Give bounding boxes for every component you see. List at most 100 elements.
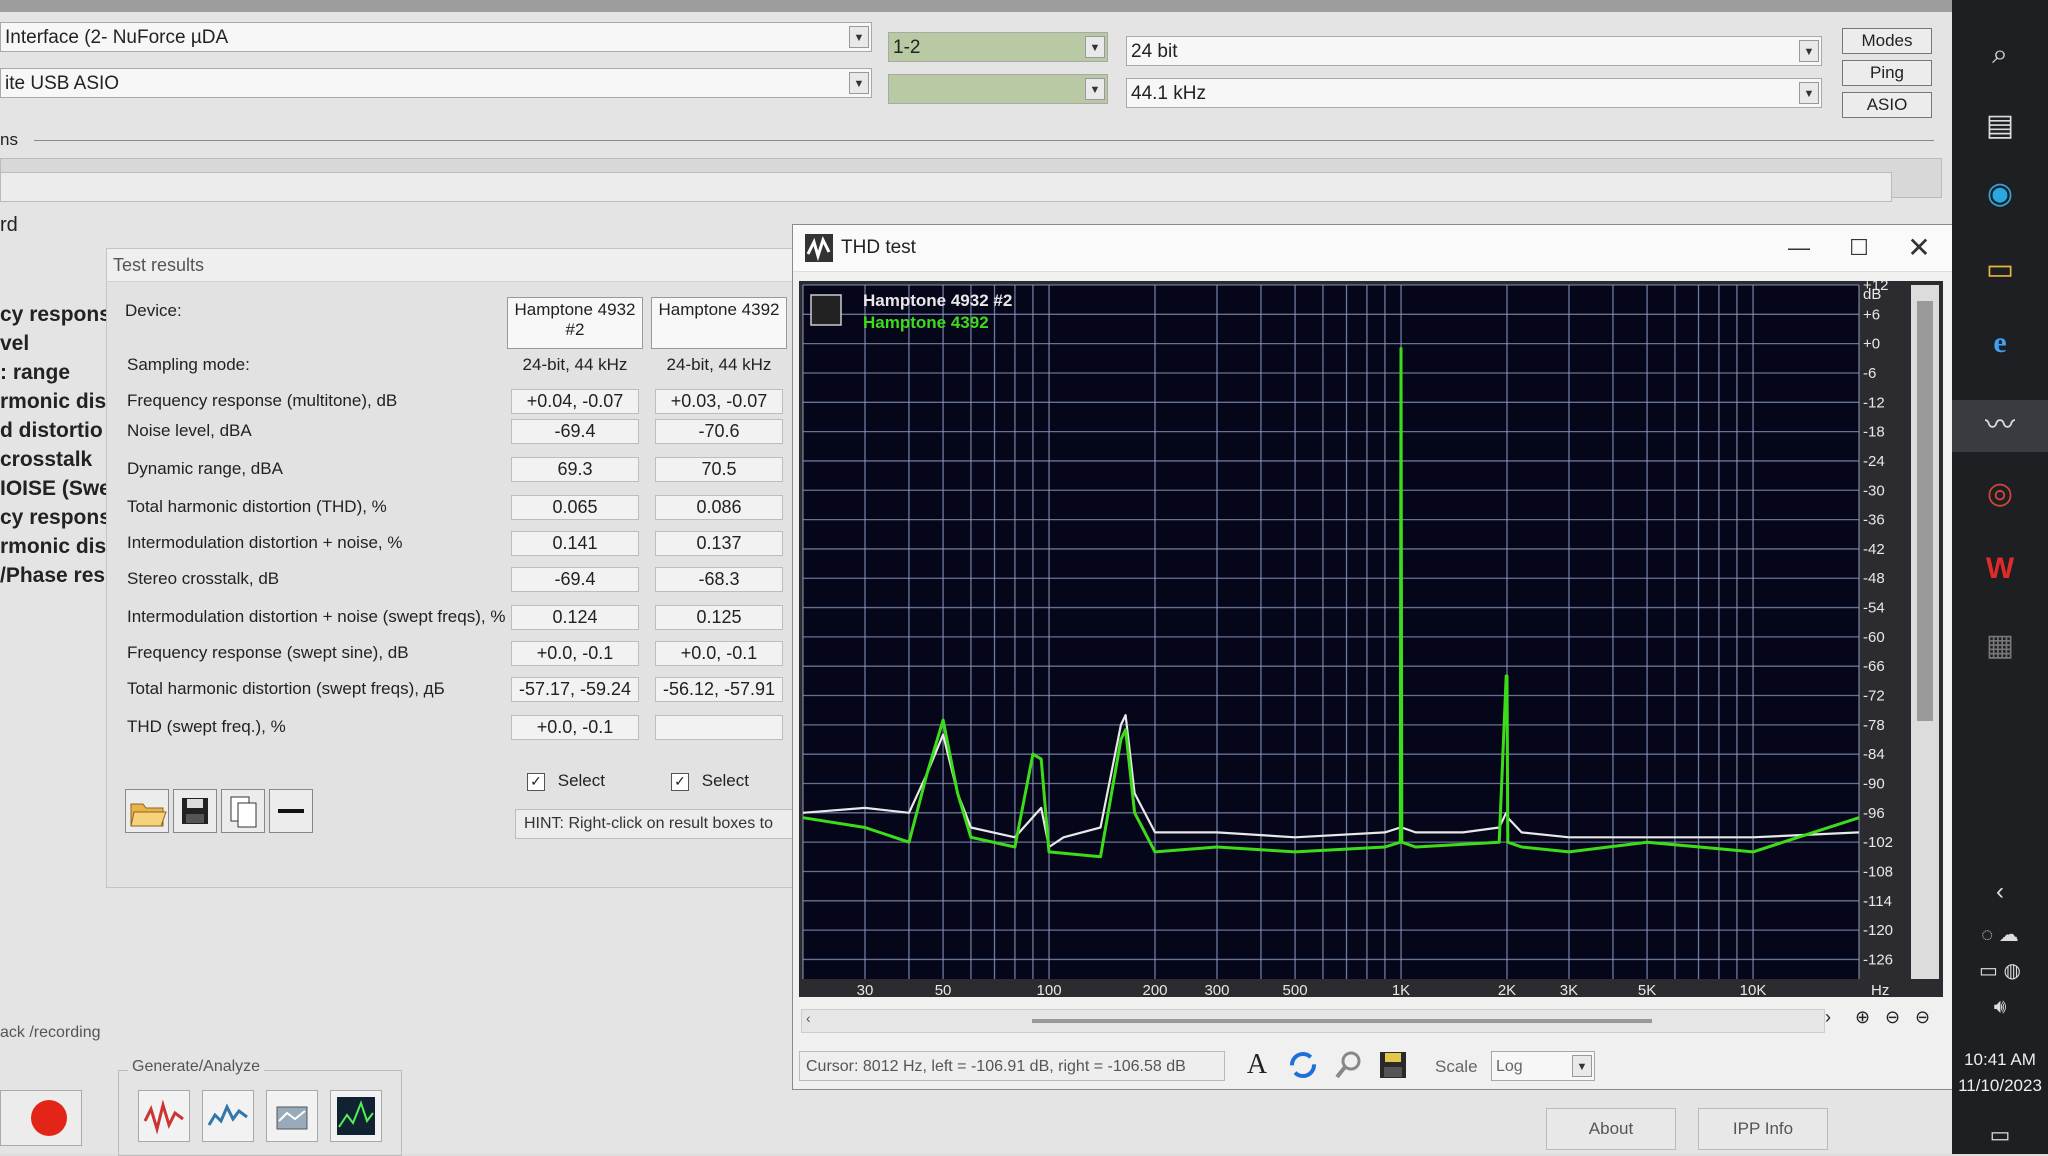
result-value-a[interactable]: -69.4 — [511, 567, 639, 592]
result-value-a[interactable]: +0.0, -0.1 — [511, 715, 639, 740]
select-a-checkbox[interactable]: ✓ — [527, 772, 545, 791]
select-b[interactable]: ✓ Select — [671, 771, 749, 791]
bit-depth-select[interactable]: 24 bit ▼ — [1126, 36, 1822, 66]
about-button[interactable]: About — [1546, 1108, 1676, 1150]
thd-spectrum-chart[interactable]: +12+6+0-6-12-18-24-30-36-42-48-54-60-66-… — [799, 281, 1943, 997]
task-view-icon[interactable]: ▤ — [1952, 108, 2048, 143]
scrollbar-thumb[interactable] — [1032, 1019, 1652, 1023]
record-button[interactable] — [0, 1090, 82, 1146]
result-value-b[interactable]: 70.5 — [655, 457, 783, 482]
zoom-reset-icon[interactable]: ⊖ — [1915, 1007, 1930, 1028]
ipp-info-button[interactable]: IPP Info — [1698, 1108, 1828, 1150]
channels-select[interactable]: 1-2 ▼ — [888, 32, 1108, 62]
result-value-b[interactable]: 0.137 — [655, 531, 783, 556]
clock-date[interactable]: 11/10/2023 — [1952, 1076, 2048, 1096]
result-value-b[interactable]: -56.12, -57.91 — [655, 677, 783, 702]
chevron-left-icon[interactable]: ‹ — [1952, 878, 2048, 906]
device-b-box[interactable]: Hamptone 4392 — [651, 297, 787, 349]
result-value-b[interactable]: +0.03, -0.07 — [655, 389, 783, 414]
scale-select[interactable]: Log ▼ — [1491, 1051, 1595, 1081]
zoom-in-icon[interactable]: ⊕ — [1855, 1007, 1870, 1028]
refresh-icon[interactable] — [1287, 1049, 1319, 1081]
result-value-a[interactable]: 24-bit, 44 kHz — [511, 355, 639, 375]
clock-time[interactable]: 10:41 AM — [1952, 1050, 2048, 1070]
modes-button[interactable]: Modes — [1842, 28, 1932, 54]
zoom-out-icon[interactable]: ⊖ — [1885, 1007, 1900, 1028]
wps-icon[interactable]: W — [1952, 552, 2048, 586]
copy-button[interactable] — [221, 789, 265, 833]
maximize-icon[interactable]: ☐ — [1829, 225, 1889, 271]
result-value-a[interactable]: 0.141 — [511, 531, 639, 556]
result-value-a[interactable]: 0.065 — [511, 495, 639, 520]
chevron-down-icon[interactable]: ▼ — [1085, 78, 1105, 100]
test-list-item[interactable]: rmonic dist — [0, 532, 106, 561]
select-a[interactable]: ✓ Select — [527, 771, 605, 791]
options-field[interactable] — [0, 172, 1892, 202]
result-value-a[interactable]: -57.17, -59.24 — [511, 677, 639, 702]
minimize-icon[interactable]: — — [1769, 225, 1829, 271]
tray-icons[interactable]: ◌ ☁ — [1952, 922, 2048, 947]
file-explorer-icon[interactable]: ▭ — [1952, 252, 2048, 287]
test-list-item[interactable]: /Phase res — [0, 561, 106, 590]
legend-icon[interactable] — [810, 294, 842, 326]
close-icon[interactable]: ✕ — [1889, 225, 1949, 271]
test-list-item[interactable]: rmonic dist — [0, 387, 106, 416]
chevron-down-icon[interactable]: ▼ — [1799, 40, 1819, 62]
test-list-item[interactable]: vel — [0, 329, 106, 358]
save-chart-icon[interactable] — [1377, 1049, 1409, 1081]
result-value-b[interactable]: -70.6 — [655, 419, 783, 444]
ping-button[interactable]: Ping — [1842, 60, 1932, 86]
result-value-b[interactable]: 0.086 — [655, 495, 783, 520]
device-a-box[interactable]: Hamptone 4932 #2 — [507, 297, 643, 349]
magnifier-icon[interactable] — [1333, 1049, 1365, 1081]
result-value-b[interactable]: 0.125 — [655, 605, 783, 630]
vertical-scrollbar-thumb[interactable] — [1917, 301, 1933, 721]
select-b-checkbox[interactable]: ✓ — [671, 772, 689, 791]
result-value-a[interactable]: -69.4 — [511, 419, 639, 444]
result-value-a[interactable]: 0.124 — [511, 605, 639, 630]
test-list-item[interactable]: d distortio — [0, 416, 106, 445]
notifications-icon[interactable]: ▭ — [1952, 1122, 2048, 1148]
result-value-a[interactable]: 69.3 — [511, 457, 639, 482]
volume-icon[interactable]: 🔊︎ — [1952, 996, 2048, 1019]
result-value-a[interactable]: +0.0, -0.1 — [511, 641, 639, 666]
result-value-b[interactable]: -68.3 — [655, 567, 783, 592]
test-list-item[interactable]: IOISE (Swe — [0, 474, 106, 503]
horizontal-scrollbar[interactable]: ‹ — [801, 1009, 1825, 1033]
open-button[interactable] — [125, 789, 169, 833]
thd-analyze-button[interactable] — [330, 1090, 382, 1142]
test-list-item[interactable]: cy respons — [0, 503, 106, 532]
result-value-b[interactable]: 24-bit, 44 kHz — [655, 355, 783, 375]
device-input-select[interactable]: Interface (2- NuForce µDA ▼ — [0, 22, 872, 52]
chevron-down-icon[interactable]: ▼ — [1799, 82, 1819, 104]
edge-icon[interactable]: ◉ — [1952, 176, 2048, 211]
test-list-item[interactable]: : range — [0, 358, 106, 387]
network-icon[interactable]: ▭ ◍ — [1952, 958, 2048, 983]
chevron-down-icon[interactable]: ▼ — [849, 26, 869, 48]
audio-tester-icon[interactable]: 〰 — [1952, 400, 2048, 452]
generate-signal-button[interactable] — [138, 1090, 190, 1142]
chevron-down-icon[interactable]: ▼ — [1572, 1055, 1592, 1077]
sample-rate-select[interactable]: 44.1 kHz ▼ — [1126, 78, 1822, 108]
analyze-button[interactable] — [202, 1090, 254, 1142]
loopback-button[interactable] — [266, 1090, 318, 1142]
result-value-b[interactable]: +0.0, -0.1 — [655, 641, 783, 666]
asio-button[interactable]: ASIO — [1842, 92, 1932, 118]
test-list-item[interactable]: cy respons — [0, 300, 106, 329]
media-player-icon[interactable]: ◎ — [1952, 476, 2048, 511]
result-value-a[interactable]: +0.04, -0.07 — [511, 389, 639, 414]
channels-select-2[interactable]: ▼ — [888, 74, 1108, 104]
search-icon[interactable]: ⌕ — [1952, 38, 2048, 71]
scroll-right-icon[interactable]: › — [1825, 1007, 1831, 1028]
driver-select[interactable]: ite USB ASIO ▼ — [0, 68, 872, 98]
test-list-item[interactable]: crosstalk — [0, 445, 106, 474]
chevron-down-icon[interactable]: ▼ — [1085, 36, 1105, 58]
save-results-button[interactable] — [173, 789, 217, 833]
remove-button[interactable] — [269, 789, 313, 833]
ie-icon[interactable]: e — [1952, 326, 2048, 360]
chevron-down-icon[interactable]: ▼ — [849, 72, 869, 94]
result-value-b[interactable] — [655, 715, 783, 740]
scroll-left-icon[interactable]: ‹ — [806, 1010, 811, 1026]
analyzer-app-icon[interactable]: ▦ — [1952, 628, 2048, 663]
font-icon[interactable]: A — [1241, 1049, 1273, 1081]
